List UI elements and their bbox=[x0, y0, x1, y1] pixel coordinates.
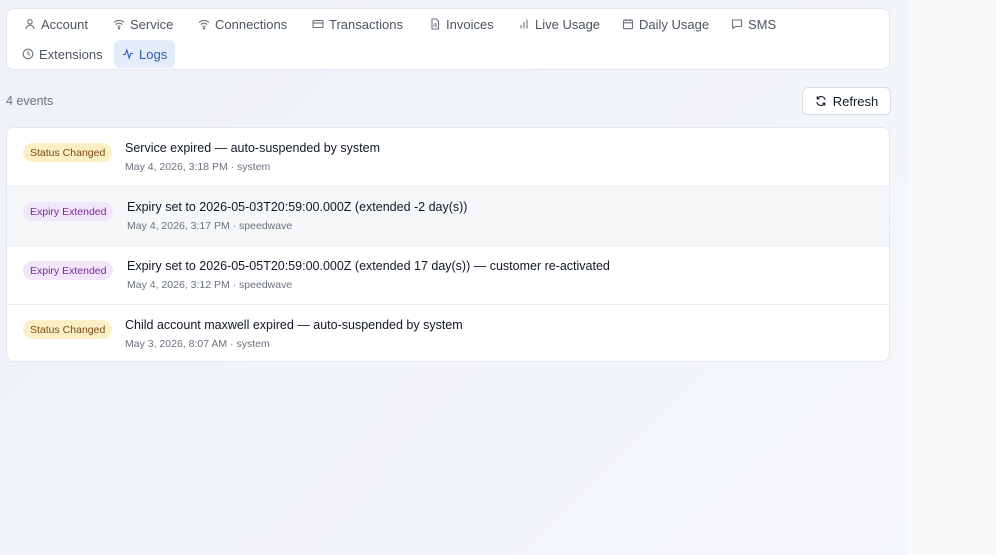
refresh-icon bbox=[815, 95, 827, 107]
tab-label: Logs bbox=[139, 46, 168, 62]
tab-label: SMS bbox=[748, 16, 777, 32]
clock-icon bbox=[22, 48, 34, 60]
log-row: Status Changed Child account maxwell exp… bbox=[7, 304, 889, 361]
log-message: Expiry set to 2026-05-03T20:59:00.000Z (… bbox=[127, 200, 468, 214]
wifi-icon bbox=[198, 18, 210, 30]
calendar-icon bbox=[622, 18, 634, 30]
log-meta: May 3, 2026, 8:07 AM · system bbox=[125, 338, 270, 350]
refresh-label: Refresh bbox=[832, 93, 879, 109]
log-list: Status Changed Service expired — auto-su… bbox=[6, 127, 890, 362]
log-meta: May 4, 2026, 3:17 PM · speedwave bbox=[127, 220, 293, 232]
tab-daily-usage[interactable]: Daily Usage bbox=[614, 10, 717, 38]
tab-service[interactable]: Service bbox=[105, 10, 181, 38]
tab-account[interactable]: Account bbox=[16, 10, 96, 38]
tab-label: Extensions bbox=[39, 46, 103, 62]
log-meta: May 4, 2026, 3:18 PM · system bbox=[125, 161, 271, 173]
status-badge: Status Changed bbox=[23, 143, 113, 162]
refresh-button[interactable]: Refresh bbox=[802, 87, 891, 115]
bar-chart-icon bbox=[518, 18, 530, 30]
log-row: Status Changed Service expired — auto-su… bbox=[7, 128, 889, 187]
credit-card-icon bbox=[312, 18, 324, 30]
tab-invoices[interactable]: Invoices bbox=[421, 10, 502, 38]
status-badge: Status Changed bbox=[23, 320, 113, 339]
tab-extensions[interactable]: Extensions bbox=[14, 40, 111, 68]
tab-bar: Account Service Connections Transactions… bbox=[6, 8, 890, 70]
log-row: Expiry Extended Expiry set to 2026-05-05… bbox=[7, 245, 889, 304]
log-message: Expiry set to 2026-05-05T20:59:00.000Z (… bbox=[127, 259, 610, 273]
tab-label: Connections bbox=[215, 16, 288, 32]
wifi-icon bbox=[113, 18, 125, 30]
status-badge: Expiry Extended bbox=[23, 261, 114, 280]
log-message: Service expired — auto-suspended by syst… bbox=[125, 141, 380, 155]
tab-label: Daily Usage bbox=[639, 16, 710, 32]
file-icon bbox=[429, 18, 441, 30]
tab-logs[interactable]: Logs bbox=[114, 40, 176, 68]
tab-sms[interactable]: SMS bbox=[723, 10, 784, 38]
message-icon bbox=[731, 18, 743, 30]
tab-label: Service bbox=[130, 16, 174, 32]
tab-label: Transactions bbox=[329, 16, 403, 32]
log-row: Expiry Extended Expiry set to 2026-05-03… bbox=[7, 186, 889, 245]
tab-connections[interactable]: Connections bbox=[190, 10, 295, 38]
tab-label: Invoices bbox=[446, 16, 494, 32]
user-icon bbox=[24, 18, 36, 30]
tab-label: Live Usage bbox=[535, 16, 601, 32]
log-message: Child account maxwell expired — auto-sus… bbox=[125, 318, 463, 332]
tab-label: Account bbox=[41, 16, 88, 32]
log-meta: May 4, 2026, 3:12 PM · speedwave bbox=[127, 279, 293, 291]
activity-icon bbox=[122, 48, 134, 60]
tab-live-usage[interactable]: Live Usage bbox=[510, 10, 608, 38]
tab-transactions[interactable]: Transactions bbox=[304, 10, 411, 38]
side-panel-background bbox=[907, 0, 996, 555]
status-badge: Expiry Extended bbox=[23, 202, 114, 221]
events-count: 4 events bbox=[6, 94, 54, 108]
